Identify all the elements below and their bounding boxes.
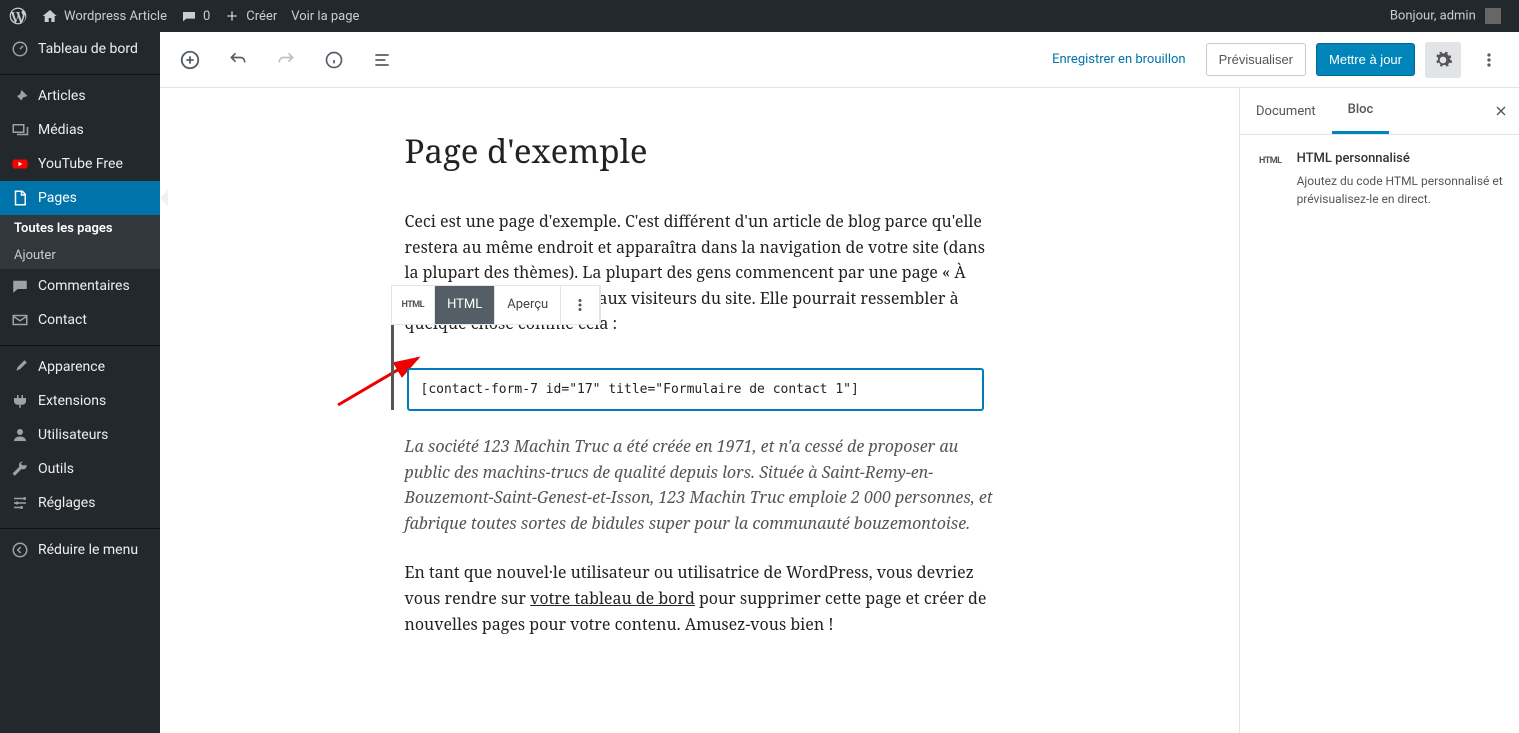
- settings-panel: Document Bloc HTML HTML personnalisé Ajo…: [1239, 88, 1519, 733]
- sidebar-youtube[interactable]: YouTube Free: [0, 147, 160, 181]
- html-block[interactable]: HTML HTML Aperçu [contact-form-7 id="17"…: [391, 321, 995, 410]
- editor-topbar: Enregistrer en brouillon Prévisualiser M…: [160, 32, 1519, 88]
- wordpress-icon: [8, 6, 28, 26]
- outline-button[interactable]: [364, 42, 400, 78]
- sidebar-dashboard[interactable]: Tableau de bord: [0, 32, 160, 66]
- settings-toggle-button[interactable]: [1425, 42, 1461, 78]
- paragraph-block[interactable]: En tant que nouvel·le utilisateur ou uti…: [405, 560, 995, 637]
- more-vertical-icon: [1479, 50, 1499, 70]
- sidebar-collapse[interactable]: Réduire le menu: [0, 533, 160, 567]
- plus-icon: [224, 8, 240, 24]
- sidebar-comments[interactable]: Commentaires: [0, 269, 160, 303]
- sidebar-tools[interactable]: Outils: [0, 452, 160, 486]
- more-vertical-icon: [571, 296, 589, 314]
- user-greeting[interactable]: Bonjour, admin: [1390, 8, 1511, 24]
- pin-icon: [10, 87, 30, 105]
- block-type-badge: HTML: [1256, 153, 1285, 169]
- undo-button[interactable]: [220, 42, 256, 78]
- home-icon: [42, 8, 58, 24]
- comments-link[interactable]: 0: [181, 8, 210, 24]
- gear-icon: [1433, 50, 1453, 70]
- sidebar-articles[interactable]: Articles: [0, 79, 160, 113]
- user-icon: [10, 426, 30, 444]
- admin-bar: Wordpress Article 0 Créer Voir la page B…: [0, 0, 1519, 32]
- comment-icon: [181, 8, 197, 24]
- publish-button[interactable]: Mettre à jour: [1316, 43, 1415, 76]
- preview-button[interactable]: Prévisualiser: [1206, 43, 1306, 76]
- info-button[interactable]: [316, 42, 352, 78]
- sidebar-appearance[interactable]: Apparence: [0, 350, 160, 384]
- sidebar-users[interactable]: Utilisateurs: [0, 418, 160, 452]
- sidebar-pages-all[interactable]: Toutes les pages: [0, 215, 160, 242]
- sidebar-settings[interactable]: Réglages: [0, 486, 160, 520]
- admin-sidebar: Tableau de bord Articles Médias YouTube …: [0, 32, 160, 733]
- save-draft-button[interactable]: Enregistrer en brouillon: [1042, 44, 1196, 75]
- plugin-icon: [10, 392, 30, 410]
- tab-document[interactable]: Document: [1240, 90, 1332, 133]
- block-tab-html[interactable]: HTML: [435, 286, 495, 324]
- avatar-icon: [1485, 8, 1501, 24]
- sidebar-pages-add[interactable]: Ajouter: [0, 242, 160, 269]
- youtube-icon: [10, 155, 30, 173]
- dashboard-link[interactable]: votre tableau de bord: [530, 587, 695, 609]
- undo-icon: [228, 50, 248, 70]
- comment-icon: [10, 277, 30, 295]
- wp-logo[interactable]: [8, 6, 28, 26]
- sidebar-contact[interactable]: Contact: [0, 303, 160, 337]
- panel-close-button[interactable]: [1483, 103, 1519, 119]
- sidebar-medias[interactable]: Médias: [0, 113, 160, 147]
- sliders-icon: [10, 494, 30, 512]
- wrench-icon: [10, 460, 30, 478]
- view-page-link[interactable]: Voir la page: [291, 9, 359, 24]
- plus-circle-icon: [179, 49, 201, 71]
- comments-count: 0: [203, 9, 210, 24]
- add-block-button[interactable]: [172, 42, 208, 78]
- block-type-icon[interactable]: HTML: [392, 286, 436, 324]
- create-new-link[interactable]: Créer: [224, 8, 277, 24]
- tab-block[interactable]: Bloc: [1332, 88, 1390, 134]
- mail-icon: [10, 311, 30, 329]
- close-icon: [1493, 103, 1509, 119]
- media-icon: [10, 121, 30, 139]
- sidebar-pages[interactable]: Pages: [0, 181, 160, 215]
- list-icon: [372, 50, 392, 70]
- more-options-button[interactable]: [1471, 42, 1507, 78]
- html-block-textarea[interactable]: [contact-form-7 id="17" title="Formulair…: [408, 369, 983, 410]
- block-more-button[interactable]: [561, 286, 600, 324]
- create-label: Créer: [246, 9, 277, 24]
- dashboard-icon: [10, 40, 30, 58]
- block-type-title: HTML personnalisé: [1297, 151, 1503, 166]
- block-toolbar: HTML HTML Aperçu: [391, 285, 602, 325]
- page-icon: [10, 189, 30, 207]
- paragraph-block-quote[interactable]: La société 123 Machin Truc a été créée e…: [405, 434, 995, 536]
- block-tab-preview[interactable]: Aperçu: [495, 286, 561, 324]
- view-page-label: Voir la page: [291, 9, 359, 24]
- collapse-icon: [10, 541, 30, 559]
- brush-icon: [10, 358, 30, 376]
- redo-button: [268, 42, 304, 78]
- editor-canvas[interactable]: Page d'exemple Ceci est une page d'exemp…: [160, 88, 1239, 733]
- sidebar-extensions[interactable]: Extensions: [0, 384, 160, 418]
- site-name-link[interactable]: Wordpress Article: [42, 8, 167, 24]
- redo-icon: [276, 50, 296, 70]
- info-icon: [324, 50, 344, 70]
- page-title[interactable]: Page d'exemple: [405, 128, 995, 173]
- block-type-description: Ajoutez du code HTML personnalisé et pré…: [1297, 172, 1503, 208]
- site-name: Wordpress Article: [64, 9, 167, 24]
